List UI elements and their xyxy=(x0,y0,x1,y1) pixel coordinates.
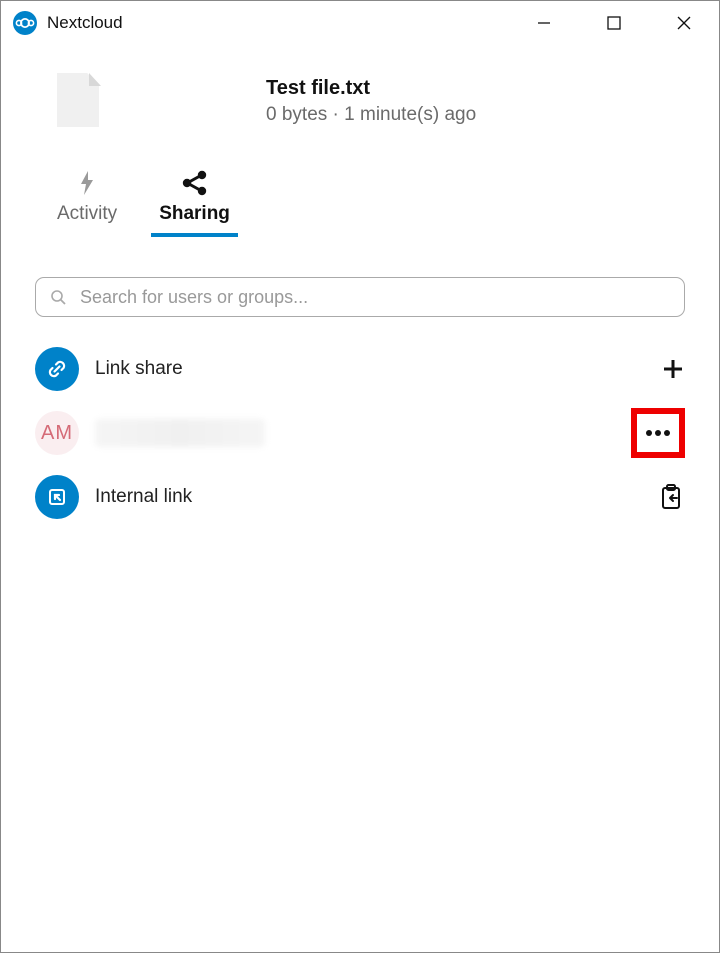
minimize-button[interactable] xyxy=(509,1,579,45)
search-input[interactable] xyxy=(80,287,670,308)
file-subtext: 0 bytes · 1 minute(s) ago xyxy=(266,104,476,126)
tab-label: Sharing xyxy=(159,203,230,225)
tab-label: Activity xyxy=(57,203,117,225)
file-meta: Test file.txt 0 bytes · 1 minute(s) ago xyxy=(266,77,476,126)
share-list: Link share AM xyxy=(35,337,685,529)
share-icon xyxy=(180,169,210,197)
tab-sharing[interactable]: Sharing xyxy=(159,169,230,237)
link-icon xyxy=(35,347,79,391)
search-box[interactable] xyxy=(35,277,685,317)
close-button[interactable] xyxy=(649,1,719,45)
file-size: 0 bytes xyxy=(266,104,327,125)
share-label: Link share xyxy=(95,358,183,380)
file-name: Test file.txt xyxy=(266,77,476,100)
copy-internal-link-button[interactable] xyxy=(659,483,685,511)
share-row-link: Link share xyxy=(35,337,685,401)
clipboard-icon xyxy=(659,483,685,511)
file-ago: 1 minute(s) ago xyxy=(344,104,476,125)
share-label: Internal link xyxy=(95,486,192,508)
content: Link share AM xyxy=(1,237,719,529)
window-controls xyxy=(509,1,719,45)
share-row-user: AM xyxy=(35,401,685,465)
maximize-button[interactable] xyxy=(579,1,649,45)
search-icon xyxy=(50,289,66,305)
bolt-icon xyxy=(76,169,98,197)
user-avatar: AM xyxy=(35,411,79,455)
file-header: Test file.txt 0 bytes · 1 minute(s) ago xyxy=(1,45,719,151)
share-row-internal: Internal link xyxy=(35,465,685,529)
nextcloud-icon xyxy=(13,11,37,35)
highlight-box xyxy=(631,408,685,458)
user-name-redacted xyxy=(95,419,265,447)
file-icon xyxy=(57,73,101,129)
share-options-button[interactable] xyxy=(631,408,685,458)
add-link-share-button[interactable] xyxy=(661,357,685,381)
tab-underline xyxy=(151,233,238,237)
more-icon xyxy=(644,429,672,437)
file-separator: · xyxy=(327,104,344,125)
window-title: Nextcloud xyxy=(47,13,123,33)
tab-activity[interactable]: Activity xyxy=(57,169,117,237)
tabs: Activity Sharing xyxy=(1,169,719,237)
internal-link-icon xyxy=(35,475,79,519)
titlebar: Nextcloud xyxy=(1,1,719,45)
